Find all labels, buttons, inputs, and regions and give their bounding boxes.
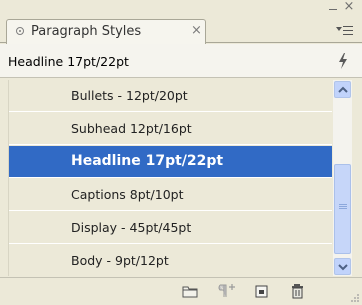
scroll-down-button[interactable] — [334, 258, 351, 275]
style-list: Bullets - 12pt/20pt Subhead 12pt/16pt He… — [8, 80, 332, 276]
chevron-down-icon — [338, 264, 348, 271]
bottom-toolbar — [0, 277, 362, 305]
style-label: Display - 45pt/45pt — [71, 220, 192, 235]
style-label: Captions 8pt/10pt — [71, 187, 184, 202]
tab-close-icon[interactable]: × — [191, 23, 202, 38]
list-item[interactable]: Captions 8pt/10pt — [9, 179, 332, 211]
style-label: Bullets - 12pt/20pt — [71, 88, 188, 103]
list-item-selected[interactable]: Headline 17pt/22pt — [9, 146, 332, 178]
current-style-row: Headline 17pt/22pt — [0, 44, 362, 78]
resize-grip-icon[interactable] — [348, 291, 360, 303]
new-style-icon[interactable] — [252, 282, 272, 300]
tab-paragraph-styles[interactable]: Paragraph Styles × — [6, 19, 206, 44]
clear-overrides-icon[interactable] — [216, 282, 236, 300]
folder-icon[interactable] — [180, 282, 200, 300]
vertical-scrollbar[interactable] — [333, 80, 352, 276]
list-item[interactable]: Subhead 12pt/16pt — [9, 113, 332, 145]
lightning-bolt-icon[interactable] — [336, 52, 350, 70]
close-button[interactable]: × — [342, 0, 356, 14]
style-label: Subhead 12pt/16pt — [71, 121, 192, 136]
style-label: Headline 17pt/22pt — [71, 153, 224, 169]
chevron-up-icon — [338, 86, 348, 93]
tab-label: Paragraph Styles — [31, 24, 142, 39]
minimize-button[interactable] — [326, 2, 340, 14]
list-item[interactable]: Bullets - 12pt/20pt — [9, 80, 332, 112]
trash-icon[interactable] — [288, 282, 308, 300]
tab-grip-icon — [16, 27, 24, 35]
list-item[interactable]: Body - 9pt/12pt — [9, 245, 332, 276]
panel-menu-icon[interactable] — [336, 23, 354, 39]
style-label: Body - 9pt/12pt — [71, 253, 169, 268]
tab-strip: Paragraph Styles × — [0, 15, 362, 44]
list-item[interactable]: Display - 45pt/45pt — [9, 212, 332, 244]
current-style-name: Headline 17pt/22pt — [8, 54, 129, 69]
paragraph-styles-panel: × Paragraph Styles × Headline 17pt/22pt … — [0, 0, 362, 305]
scroll-up-button[interactable] — [334, 81, 351, 98]
scroll-thumb[interactable] — [334, 164, 351, 254]
